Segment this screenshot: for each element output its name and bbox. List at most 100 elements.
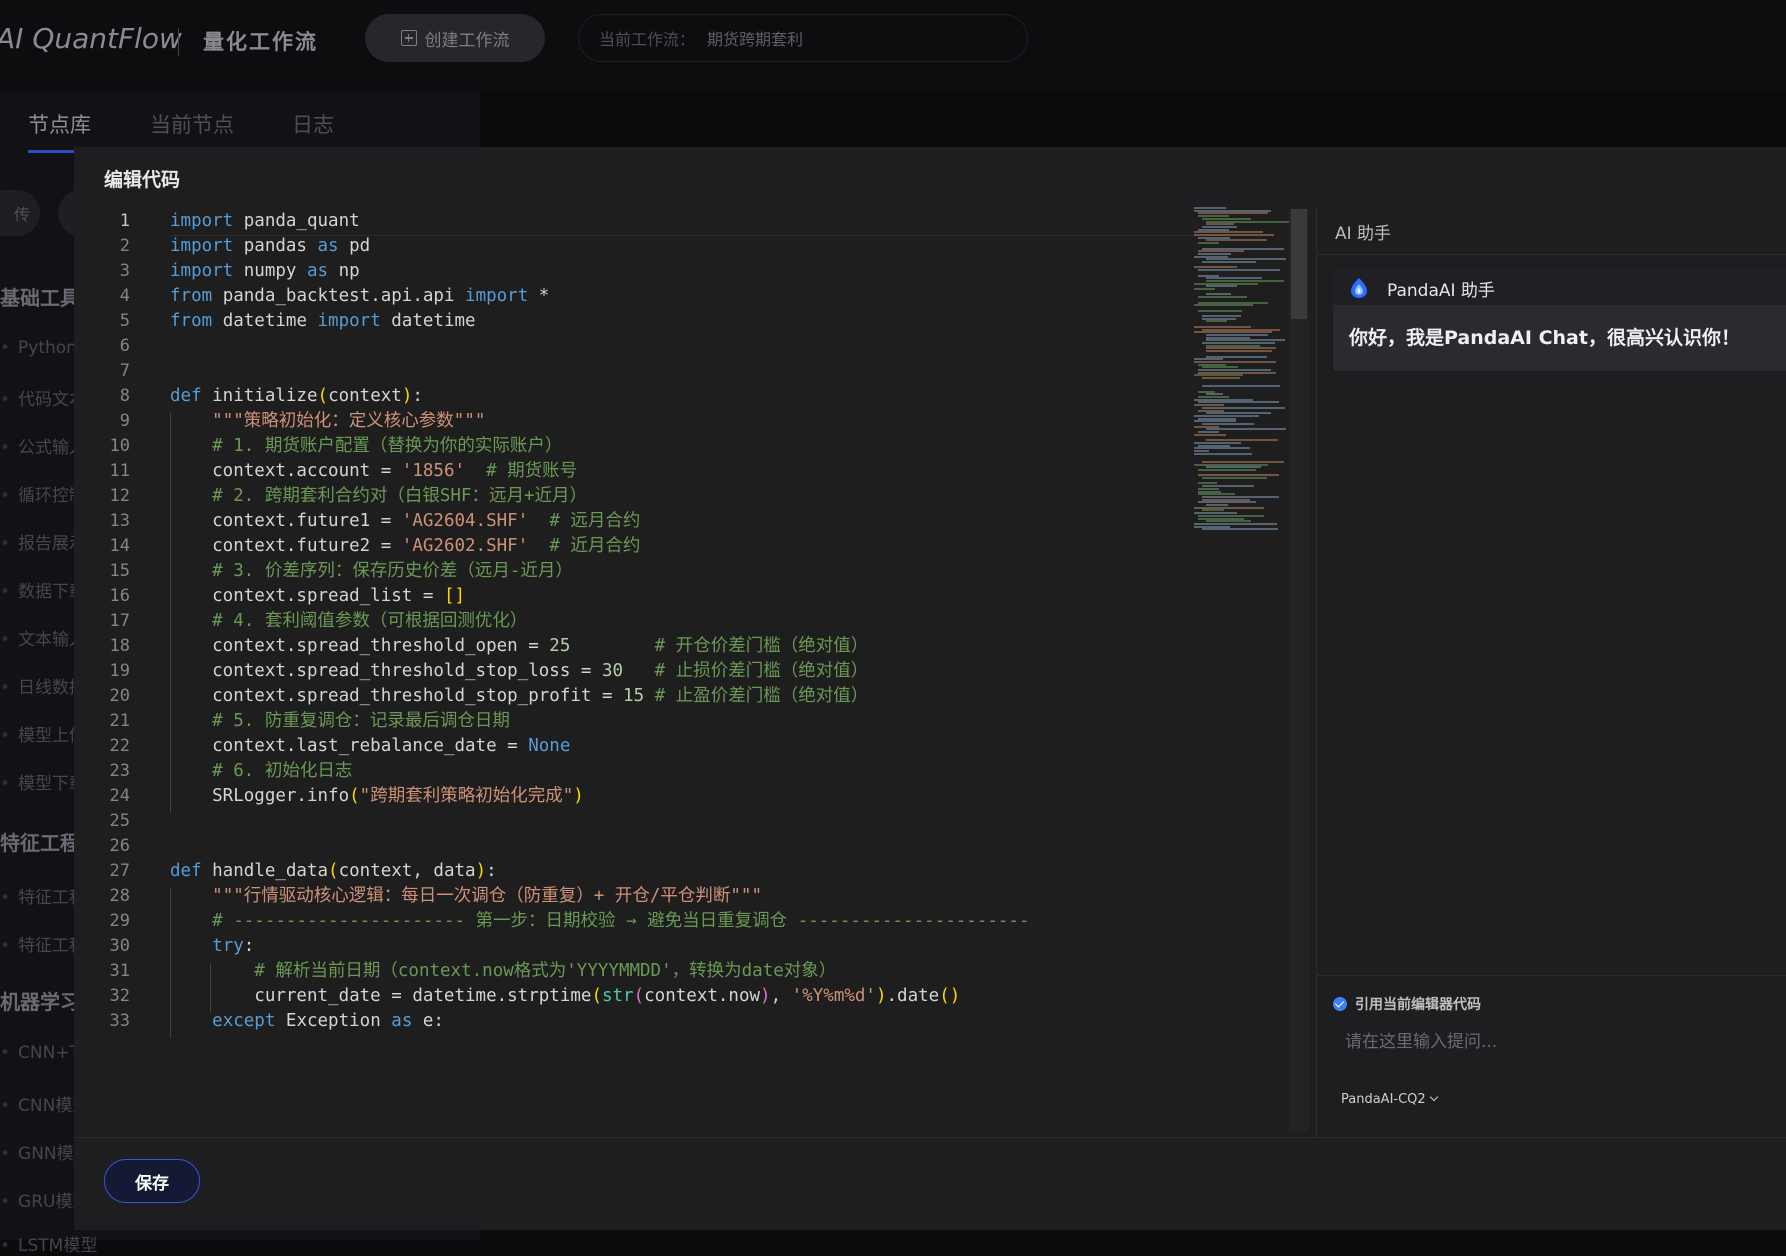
minimap-line [1198,431,1220,434]
minimap-line [1198,309,1243,312]
code-line[interactable]: context.spread_threshold_stop_loss = 30 … [170,657,868,685]
assistant-message-header: PandaAI 助手 [1333,269,1786,305]
current-workflow-label: 当前工作流： [599,30,696,49]
category-machine-learning[interactable]: 机器学习 [0,986,80,1015]
line-number: 4 [119,286,130,306]
minimap-line [1194,266,1237,269]
line-number: 29 [109,911,130,931]
question-input[interactable] [1343,1026,1767,1058]
minimap-line [1194,325,1252,328]
minimap-line [1202,342,1276,344]
code-line[interactable]: from panda_backtest.api.api import * [170,282,549,310]
save-button[interactable]: 保存 [104,1159,200,1203]
tab-logs[interactable]: 日志 [292,109,334,139]
minimap-line [1202,247,1284,250]
node-item[interactable]: Python [0,338,77,358]
minimap-line [1194,447,1251,450]
minimap-line [1198,242,1220,245]
code-line[interactable]: # 6. 初始化日志 [170,757,352,785]
minimap-line [1206,347,1276,350]
code-line[interactable]: # 4. 套利阈值参数（可根据回测优化） [170,607,527,635]
code-minimap[interactable] [1194,207,1289,567]
category-basic-tools[interactable]: 基础工具 [0,282,80,311]
minimap-line [1202,377,1241,380]
minimap-line [1202,485,1254,488]
code-line[interactable]: """策略初始化：定义核心参数""" [170,407,485,435]
code-line[interactable]: current_date = datetime.strptime(str(con… [170,982,960,1010]
minimap-line [1194,420,1237,423]
code-line[interactable]: # 3. 价差序列：保存历史价差（远月-近月） [170,557,573,585]
code-line[interactable]: try: [170,932,254,960]
panda-ai-logo-icon [1351,278,1367,298]
line-number: 13 [109,511,130,531]
code-line[interactable]: context.last_rebalance_date = None [170,732,570,760]
code-line[interactable]: # 1. 期货账户配置（替换为你的实际账户） [170,432,562,460]
code-line[interactable]: import panda_quant [170,207,360,235]
line-number: 22 [109,736,130,756]
brand-subtitle: 量化工作流 [203,30,318,54]
minimap-line [1198,417,1237,420]
line-number: 27 [109,861,130,881]
code-line[interactable]: context.spread_threshold_open = 25 # 开仓价… [170,632,868,660]
code-line[interactable]: import numpy as np [170,257,360,285]
line-number: 18 [109,636,130,656]
code-line[interactable]: # ---------------------- 第一步：日期校验 → 避免当日… [170,907,1029,935]
node-item[interactable]: LSTM模型 [0,1231,97,1256]
minimap-line [1194,234,1274,236]
code-area[interactable]: import panda_quant import pandas as pd imp… [170,207,1260,1137]
code-line[interactable]: # 5. 防重复调仓：记录最后调仓日期 [170,707,510,735]
code-line[interactable]: # 解析当前日期（context.now格式为'YYYYMMDD'，转换为dat… [170,957,836,985]
minimap-line [1202,477,1267,479]
minimap-line [1194,209,1271,212]
minimap-line [1194,450,1209,452]
code-line[interactable]: def handle_data(context, data): [170,857,497,885]
current-workflow-display[interactable]: 当前工作流： 期货跨期套利 [578,14,1028,62]
line-number: 26 [109,836,130,856]
code-line[interactable]: SRLogger.info("跨期套利策略初始化完成") [170,782,584,810]
code-line[interactable]: """行情驱动核心逻辑：每日一次调仓（防重复）+ 开仓/平仓判断""" [170,882,762,910]
minimap-line [1194,282,1259,285]
minimap-line [1202,406,1285,409]
line-number: 30 [109,936,130,956]
minimap-line [1206,277,1263,280]
reference-editor-code-checkbox[interactable]: 引用当前编辑器代码 [1333,994,1481,1014]
minimap-line [1206,439,1278,442]
code-line[interactable]: context.future2 = 'AG2602.SHF' # 近月合约 [170,532,640,560]
minimap-line [1202,261,1256,263]
minimap-line [1194,231,1264,234]
create-workflow-button[interactable]: 创建工作流 [365,14,545,62]
code-line[interactable]: def initialize(context): [170,382,423,410]
code-line[interactable]: except Exception as e: [170,1007,444,1035]
line-number: 15 [109,561,130,581]
minimap-line [1198,396,1230,398]
minimap-line [1206,466,1261,469]
line-number: 14 [109,536,130,556]
line-number: 23 [109,761,130,781]
code-line[interactable]: context.spread_list = [] [170,582,465,610]
top-bar: AI QuantFlow 量化工作流 创建工作流 当前工作流： 期货跨期套利 [0,0,1786,91]
current-workflow-value: 期货跨期套利 [707,30,804,49]
line-number: 12 [109,486,130,506]
code-line[interactable]: from datetime import datetime [170,307,476,335]
minimap-line [1202,460,1285,463]
minimap-line [1198,493,1235,496]
minimap-line [1194,374,1243,377]
ai-assistant-panel: AI 助手 PandaAI 助手 你好，我是PandaAI Chat，很高兴认识… [1316,207,1786,1137]
line-number: 7 [119,361,130,381]
code-line[interactable]: context.account = '1856' # 期货账号 [170,457,577,485]
model-select[interactable]: PandaAI-CQ2 [1341,1092,1438,1107]
node-item[interactable]: CNN+T [0,1043,80,1063]
code-line[interactable]: import pandas as pd [170,232,370,260]
code-line[interactable]: # 2. 跨期套利合约对（白银SHF：远月+近月） [170,482,587,510]
editor-scrollbar-thumb[interactable] [1291,209,1307,319]
editor-scrollbar[interactable] [1289,209,1309,1131]
tab-current-node[interactable]: 当前节点 [150,109,234,139]
minimap-line [1206,320,1227,323]
code-line[interactable]: context.spread_threshold_stop_profit = 1… [170,682,868,710]
minimap-line [1206,333,1269,336]
tab-node-library[interactable]: 节点库 [28,109,91,139]
code-editor[interactable]: 1 2 3 4 5 6 7 8 9 10 11 12 13 14 15 16 17 18 19 20 21 22 23 24 2… [74,207,1312,1137]
code-line[interactable]: context.future1 = 'AG2604.SHF' # 远月合约 [170,507,640,535]
minimap-line [1202,317,1236,320]
category-feature-engineering[interactable]: 特征工程 [0,827,80,856]
